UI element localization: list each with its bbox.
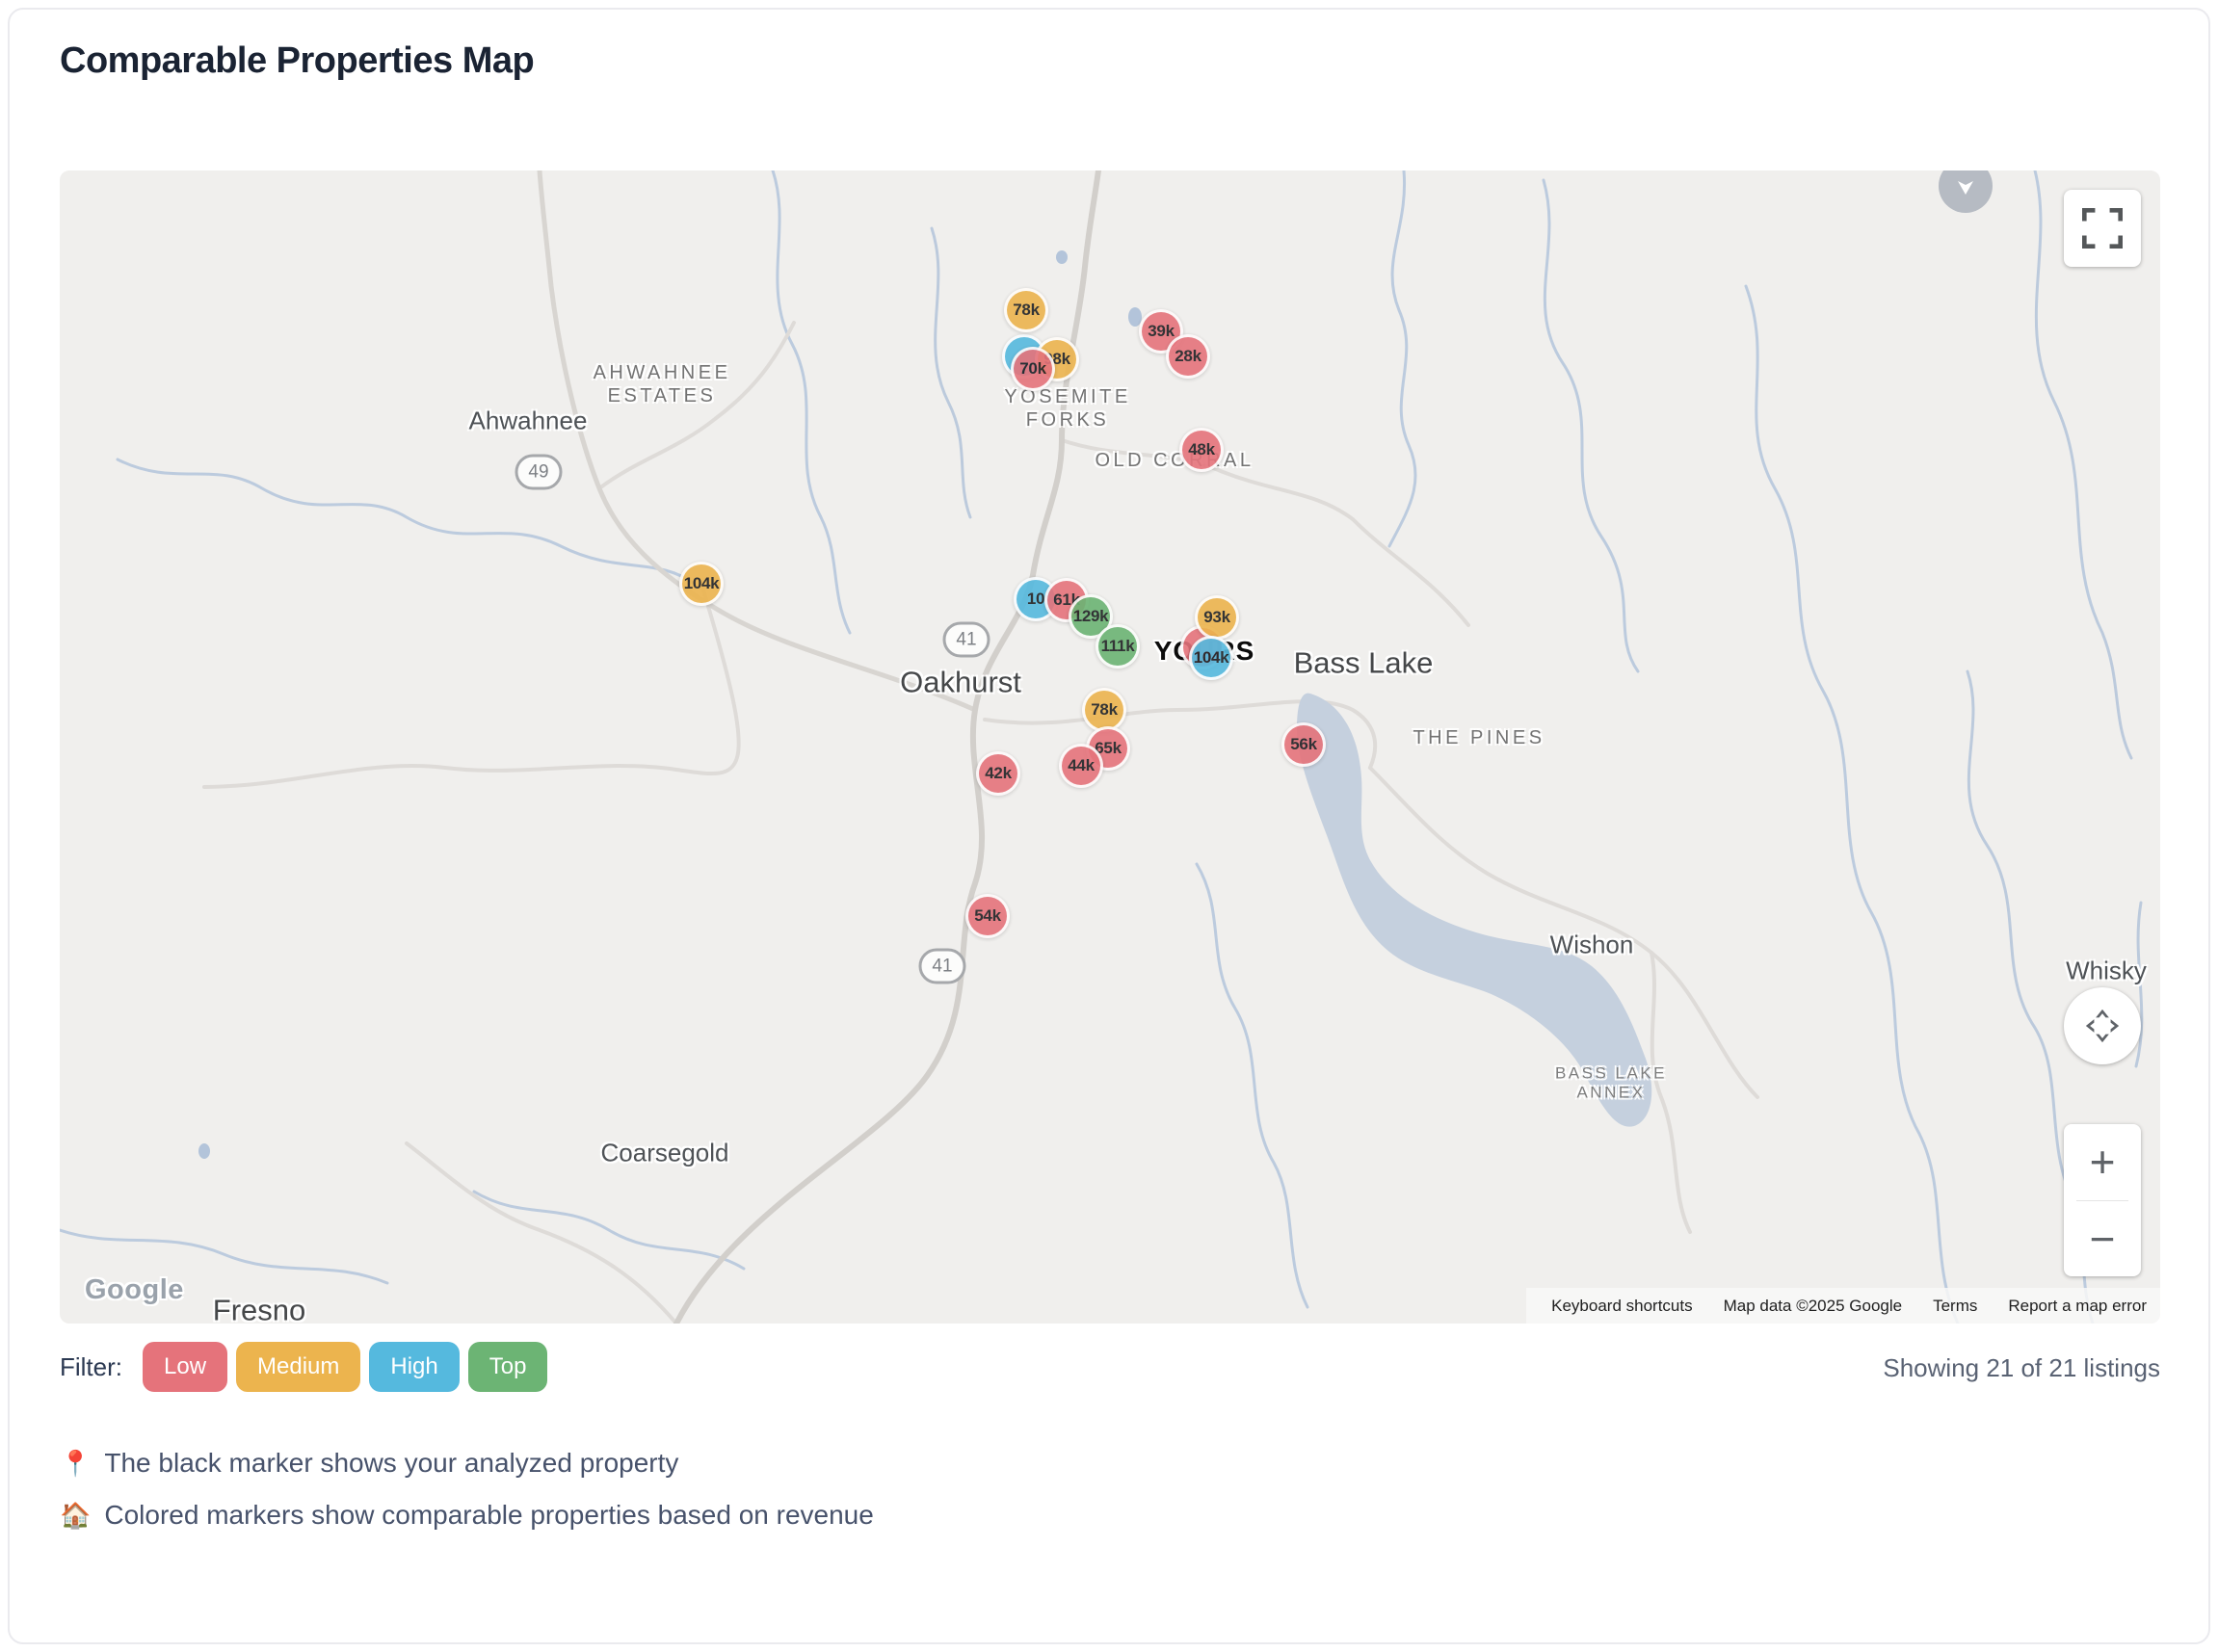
property-marker-28k[interactable]: 28k xyxy=(1166,334,1210,379)
property-marker-78k[interactable]: 78k xyxy=(1004,288,1048,332)
legend-row-analyzed: 📍 The black marker shows your analyzed p… xyxy=(60,1437,874,1489)
pin-icon: 📍 xyxy=(60,1449,91,1479)
map-label-yosemite-forks: YOSEMITE FORKS xyxy=(1004,385,1130,432)
pan-arrows-icon xyxy=(2079,1003,2126,1049)
map-data-copyright: Map data ©2025 Google xyxy=(1724,1297,1903,1316)
legend-comparables-text: Colored markers show comparable properti… xyxy=(104,1500,873,1531)
legend-analyzed-text: The black marker shows your analyzed pro… xyxy=(104,1448,678,1479)
filter-button-top[interactable]: Top xyxy=(468,1342,548,1392)
fullscreen-icon xyxy=(2082,208,2123,249)
filter-button-high[interactable]: High xyxy=(369,1342,459,1392)
map-label-bass-lake: Bass Lake xyxy=(1294,644,1434,680)
property-marker-111k[interactable]: 111k xyxy=(1096,624,1140,669)
zoom-out-button[interactable]: − xyxy=(2064,1201,2141,1277)
property-marker-104k[interactable]: 104k xyxy=(1189,636,1233,680)
compass-arrow-icon xyxy=(1953,173,1978,198)
report-map-error-link[interactable]: Report a map error xyxy=(2008,1297,2147,1316)
map-canvas[interactable]: + − Google Keyboard shortcuts Map data ©… xyxy=(60,170,2160,1324)
property-marker-104k[interactable]: 104k xyxy=(679,562,724,606)
property-marker-78k[interactable]: 78k xyxy=(1082,688,1126,732)
filter-label: Filter: xyxy=(60,1352,122,1382)
property-marker-70k[interactable]: 70k xyxy=(1011,347,1055,391)
map-label-ahwahnee: Ahwahnee xyxy=(469,406,588,435)
map-label-bass-lake-annex: BASS LAKE ANNEX xyxy=(1555,1064,1667,1104)
legend-row-comparables: 🏠 Colored markers show comparable proper… xyxy=(60,1489,874,1541)
route-shield-41: 41 xyxy=(919,949,966,984)
map-label-whisky: Whisky xyxy=(2066,956,2147,985)
property-marker-48k[interactable]: 48k xyxy=(1179,428,1224,472)
filter-row: Filter: Low Medium High Top xyxy=(60,1342,547,1392)
zoom-in-button[interactable]: + xyxy=(2064,1124,2141,1200)
property-marker-54k[interactable]: 54k xyxy=(965,894,1010,938)
route-shield-41: 41 xyxy=(943,622,990,658)
map-label-coarsegold: Coarsegold xyxy=(601,1138,729,1167)
property-marker-56k[interactable]: 56k xyxy=(1281,722,1326,767)
pan-control[interactable] xyxy=(2064,987,2141,1064)
property-marker-93k[interactable]: 93k xyxy=(1195,595,1239,640)
page-title: Comparable Properties Map xyxy=(60,40,534,82)
map-attribution: Keyboard shortcuts Map data ©2025 Google… xyxy=(1526,1288,2160,1324)
fullscreen-button[interactable] xyxy=(2064,190,2141,267)
filter-button-low[interactable]: Low xyxy=(143,1342,227,1392)
zoom-control: + − xyxy=(2064,1124,2141,1276)
showing-count: Showing 21 of 21 listings xyxy=(1883,1353,2160,1383)
property-marker-42k[interactable]: 42k xyxy=(976,751,1020,796)
map-label-the-pines: THE PINES xyxy=(1413,726,1545,749)
google-logo: Google xyxy=(85,1274,184,1306)
keyboard-shortcuts-link[interactable]: Keyboard shortcuts xyxy=(1551,1297,1692,1316)
map-label-fresno: Fresno xyxy=(213,1292,305,1324)
terms-link[interactable]: Terms xyxy=(1933,1297,1977,1316)
legend: 📍 The black marker shows your analyzed p… xyxy=(60,1437,874,1541)
property-marker-44k[interactable]: 44k xyxy=(1059,744,1103,788)
map-label-wishon: Wishon xyxy=(1550,930,1634,959)
filter-button-medium[interactable]: Medium xyxy=(236,1342,360,1392)
map-label-old-corral: OLD CORRAL xyxy=(1095,449,1254,472)
house-icon: 🏠 xyxy=(60,1501,91,1531)
map-label-oakhurst: Oakhurst xyxy=(900,664,1021,699)
map-label-ahwahnee-estates: AHWAHNEE ESTATES xyxy=(594,361,731,407)
route-shield-49: 49 xyxy=(515,455,563,490)
